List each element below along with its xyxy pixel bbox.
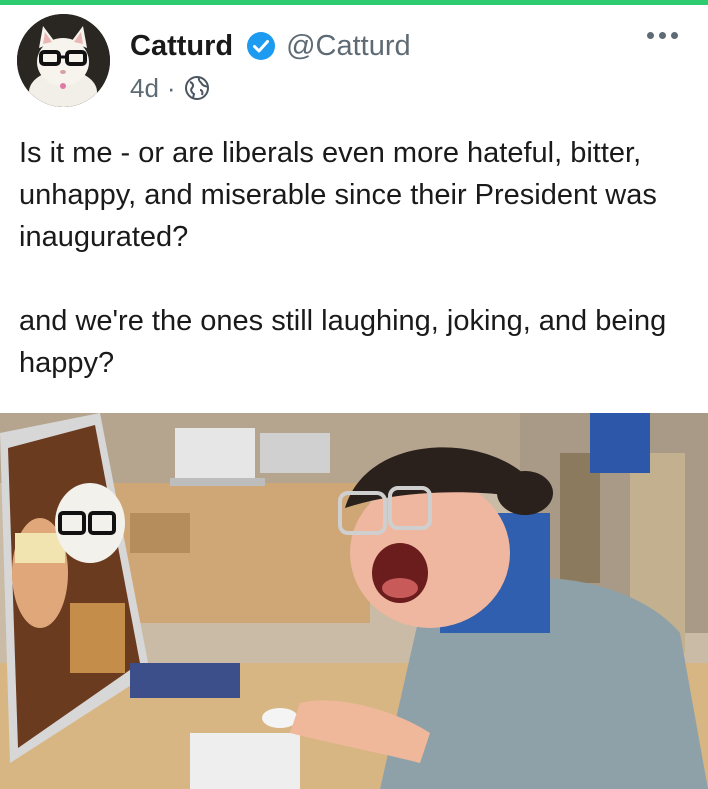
more-dot	[659, 32, 666, 39]
globe-icon	[184, 76, 209, 100]
meta-separator: ·	[166, 72, 176, 103]
author-avatar[interactable]	[17, 14, 110, 107]
post-age[interactable]: 4d	[130, 73, 159, 104]
post-text-paragraph: Is it me - or are liberals even more hat…	[19, 137, 657, 253]
cat-avatar-icon	[17, 14, 110, 107]
more-options-icon[interactable]	[647, 32, 678, 39]
meme-photo	[0, 413, 708, 789]
post-body: Is it me - or are liberals even more hat…	[19, 132, 689, 384]
more-dot	[671, 32, 678, 39]
author-display-name[interactable]: Catturd	[130, 30, 233, 63]
post-text-paragraph: and we're the ones still laughing, jokin…	[19, 305, 667, 379]
top-accent-bar	[0, 0, 708, 5]
author-handle[interactable]: @Catturd	[286, 30, 411, 63]
verified-badge-icon	[247, 32, 276, 60]
post-image[interactable]	[0, 413, 708, 789]
more-dot	[647, 32, 654, 39]
